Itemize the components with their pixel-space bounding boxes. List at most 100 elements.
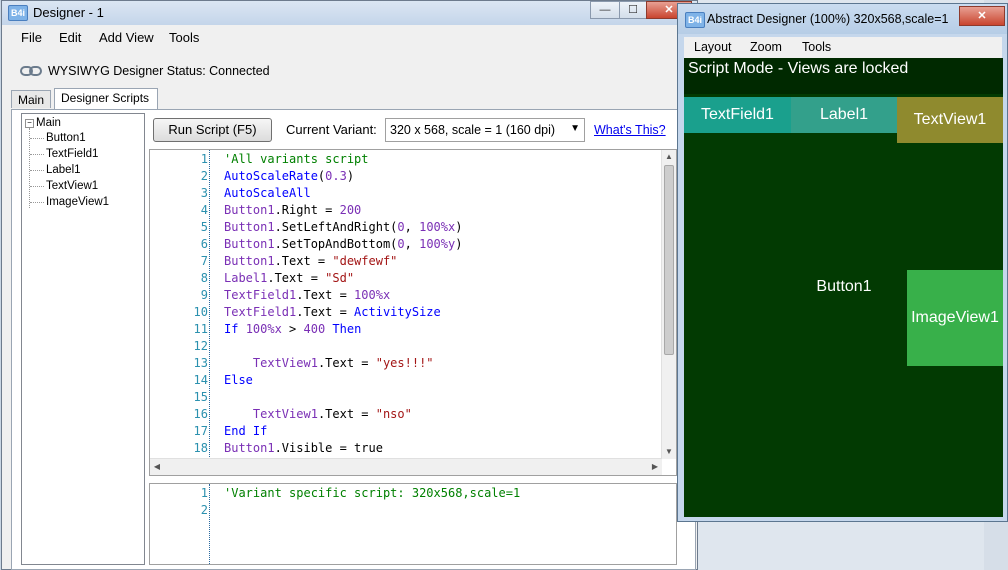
tree-connector [30,202,44,203]
gutter-separator [209,484,210,564]
minimize-button[interactable]: — [590,1,620,19]
view-textfield1[interactable]: TextField1 [684,97,791,133]
line-number: 5 [200,220,208,234]
whats-this-link[interactable]: What's This? [594,123,666,137]
code-line[interactable]: Else [224,373,253,387]
chevron-down-icon[interactable]: ▼ [570,123,580,134]
code-line[interactable]: TextView1.Text = "yes!!!" [224,356,434,370]
designer-canvas[interactable]: Script Mode - Views are locked TextField… [684,58,1003,517]
gutter-separator [209,150,210,459]
tab-designer-scripts[interactable]: Designer Scripts [54,88,158,109]
tree-connector [30,154,44,155]
current-variant-label: Current Variant: [286,122,377,137]
code-line[interactable]: If 100%x > 400 Then [224,322,361,336]
maximize-button[interactable]: ☐ [619,1,647,19]
menu-tools-label: Tools [169,30,200,45]
menu-file-label: File [21,30,42,45]
vertical-scrollbar[interactable]: ▲ ▼ [661,150,676,459]
horizontal-scrollbar[interactable]: ◀ ▶ [150,458,662,475]
code-line[interactable]: 'Variant specific script: 320x568,scale=… [224,486,520,500]
tree-connector [30,170,44,171]
view-label1[interactable]: Label1 [791,97,897,133]
menu-zoom[interactable]: Zoom [750,40,782,54]
menu-edit-label: Edit [59,30,82,45]
menu-add-view[interactable]: Add View [99,30,154,45]
scroll-down-icon[interactable]: ▼ [662,445,676,459]
designer-window-title: Designer - 1 [33,5,104,20]
line-number: 17 [193,424,208,438]
view-textview1[interactable]: TextView1 [897,97,1003,143]
abstract-designer-menubar: Layout Zoom Tools [684,37,1002,58]
b4i-app-icon: B4i [685,12,705,28]
code-line[interactable]: Button1.Text = "dewfewf" [224,254,397,268]
code-line[interactable]: End If [224,424,267,438]
view-imageview1[interactable]: ImageView1 [907,270,1003,366]
code-line[interactable]: Button1.Visible = true [224,441,383,455]
tree-node-main[interactable]: − Main [25,117,61,129]
menu-layout[interactable]: Layout [694,40,732,54]
variant-select[interactable]: 320 x 568, scale = 1 (160 dpi) ▼ [385,118,585,142]
code-line[interactable]: AutoScaleRate(0.3) [224,169,354,183]
line-number: 15 [193,390,208,404]
line-number: 13 [193,356,208,370]
tree-node-textview1[interactable]: TextView1 [46,180,98,192]
designer-menubar: File Edit Add View Tools [2,28,697,48]
tree-connector [30,138,44,139]
link-icon [20,66,42,76]
collapse-icon[interactable]: − [25,119,34,128]
line-number: 16 [193,407,208,421]
code-line[interactable]: Label1.Text = "Sd" [224,271,354,285]
menu-edit[interactable]: Edit [59,30,81,45]
scroll-thumb[interactable] [664,165,674,355]
abstract-close-button[interactable]: ✕ [959,6,1005,26]
line-number: 10 [193,305,208,319]
line-number: 18 [193,441,208,455]
general-script-editor[interactable]: 1 2 3 4 5 6 7 8 9 10 11 12 13 14 15 16 17 18 'All variant… [149,149,677,476]
line-number: 12 [193,339,208,353]
menu-add-view-label: Add View [99,30,154,45]
code-line[interactable]: Button1.Right = 200 [224,203,361,217]
line-number: 14 [193,373,208,387]
line-number: 1 [200,152,208,166]
menu-tools[interactable]: Tools [169,30,199,45]
code-line[interactable]: Button1.SetLeftAndRight(0, 100%x) [224,220,462,234]
line-number: 2 [200,503,208,517]
tree-node-button1[interactable]: Button1 [46,132,86,144]
line-number-gutter: 12 [150,484,210,564]
line-number: 1 [200,486,208,500]
tree-node-textfield1[interactable]: TextField1 [46,148,98,160]
status-text: WYSIWYG Designer Status: Connected [48,64,270,78]
tree-node-main-label: Main [36,117,61,129]
variant-select-value: 320 x 568, scale = 1 (160 dpi) [390,123,556,137]
views-tree[interactable]: − Main Button1 TextField1 Label1 TextView… [21,113,145,565]
scroll-left-icon[interactable]: ◀ [150,459,164,475]
tab-main[interactable]: Main [11,90,51,108]
tree-connector [29,128,30,208]
code-line[interactable]: TextView1.Text = "nso" [224,407,412,421]
view-button1[interactable]: Button1 [774,276,914,298]
line-number: 11 [193,322,208,336]
line-number-gutter: 1 2 3 4 5 6 7 8 9 10 11 12 13 14 15 16 17 18 [150,150,210,459]
scroll-right-icon[interactable]: ▶ [648,459,662,475]
code-line[interactable]: TextField1.Text = 100%x [224,288,390,302]
line-number: 8 [200,271,208,285]
scroll-up-icon[interactable]: ▲ [662,150,676,164]
abstract-designer-titlebar[interactable]: B4i Abstract Designer (100%) 320x568,sca… [678,4,1007,34]
run-script-button[interactable]: Run Script (F5) [153,118,272,142]
code-line[interactable]: AutoScaleAll [224,186,311,200]
abstract-designer-window: B4i Abstract Designer (100%) 320x568,sca… [677,3,1008,522]
menu-file[interactable]: File [21,30,42,45]
tree-node-imageview1[interactable]: ImageView1 [46,196,109,208]
menu-tools[interactable]: Tools [802,40,831,54]
tree-connector [30,186,44,187]
line-number: 7 [200,254,208,268]
script-mode-text: Script Mode - Views are locked [688,60,909,77]
code-line[interactable]: 'All variants script [224,152,369,166]
code-line[interactable]: Button1.SetTopAndBottom(0, 100%y) [224,237,462,251]
variant-script-editor[interactable]: 12 'Variant specific script: 320x568,sca… [149,483,677,565]
code-line[interactable]: TextField1.Text = ActivitySize [224,305,441,319]
script-mode-banner: Script Mode - Views are locked [684,58,1003,94]
line-number: 4 [200,203,208,217]
designer-titlebar[interactable]: B4i Designer - 1 — ☐ ✕ [2,1,697,25]
tree-node-label1[interactable]: Label1 [46,164,81,176]
